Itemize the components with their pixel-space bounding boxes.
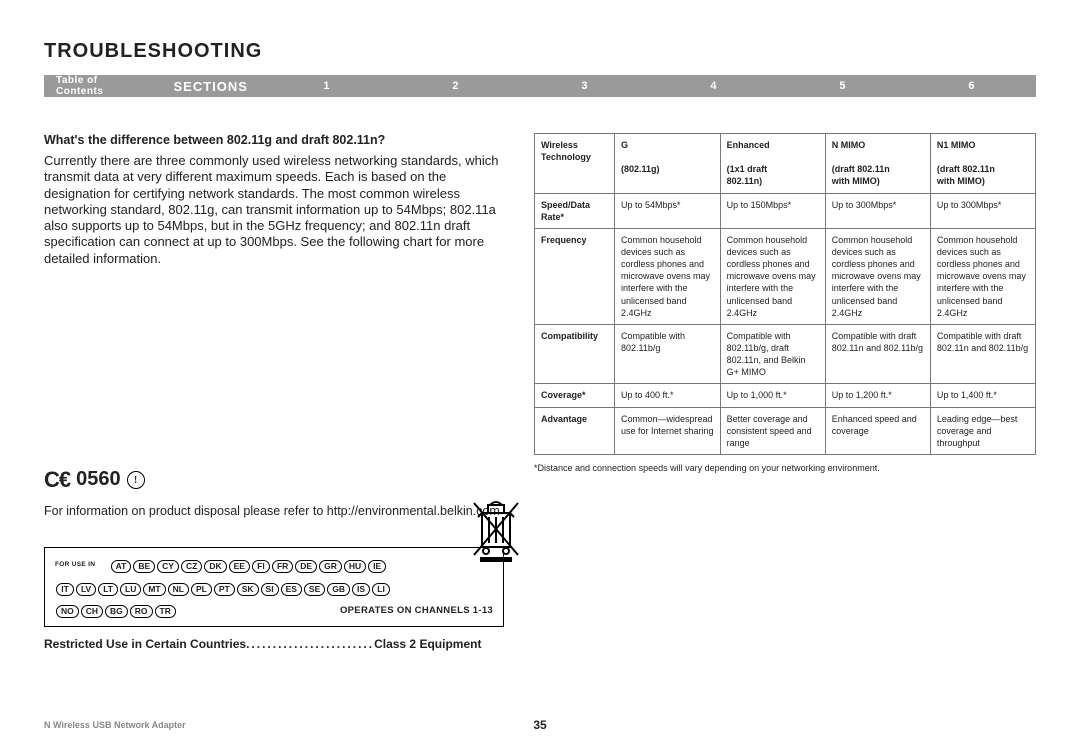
restricted-use-line: Restricted Use in Certain Countries.....… bbox=[44, 637, 504, 651]
footer-page: 35 bbox=[533, 718, 546, 732]
country-pill: AT bbox=[111, 560, 132, 573]
country-pill: SE bbox=[304, 583, 325, 596]
country-pill: LV bbox=[76, 583, 96, 596]
nav-section-3[interactable]: 3 bbox=[520, 80, 649, 92]
for-use-label: FOR USE IN bbox=[55, 561, 95, 568]
nav-section-4[interactable]: 4 bbox=[649, 80, 778, 92]
country-pill: MT bbox=[143, 583, 165, 596]
country-pill: TR bbox=[155, 605, 176, 618]
section-navbar: Table of Contents SECTIONS 1 2 3 4 5 6 bbox=[44, 75, 1036, 97]
country-pill: LU bbox=[120, 583, 141, 596]
country-pill: PT bbox=[214, 583, 235, 596]
country-pill: SK bbox=[237, 583, 259, 596]
ce-logo: C€ bbox=[44, 467, 70, 493]
page-title: TROUBLESHOOTING bbox=[44, 40, 1036, 63]
nav-section-5[interactable]: 5 bbox=[778, 80, 907, 92]
country-pill: IE bbox=[368, 560, 386, 573]
country-pill: IT bbox=[56, 583, 74, 596]
country-pill: DE bbox=[295, 560, 317, 573]
class2-text: Class 2 Equipment bbox=[374, 637, 481, 651]
country-pill: IS bbox=[352, 583, 370, 596]
country-pill: CY bbox=[157, 560, 179, 573]
country-pill: NL bbox=[168, 583, 189, 596]
country-pill: GB bbox=[327, 583, 350, 596]
ce-alert-icon: ! bbox=[127, 471, 145, 489]
nav-section-2[interactable]: 2 bbox=[391, 80, 520, 92]
operates-channels: OPERATES ON CHANNELS 1-13 bbox=[340, 605, 493, 616]
country-pill: RO bbox=[130, 605, 153, 618]
country-pill: PL bbox=[191, 583, 212, 596]
country-pill: SI bbox=[261, 583, 279, 596]
country-pill: CZ bbox=[181, 560, 202, 573]
restricted-text: Restricted Use in Certain Countries bbox=[44, 637, 246, 651]
country-pill: NO bbox=[56, 605, 79, 618]
country-pill: ES bbox=[281, 583, 302, 596]
country-pill: DK bbox=[204, 560, 226, 573]
footer-product: N Wireless USB Network Adapter bbox=[44, 720, 186, 730]
leader-dots: ........................ bbox=[246, 637, 374, 651]
disposal-info: For information on product disposal plea… bbox=[44, 503, 504, 519]
faq-question: What's the difference between 802.11g an… bbox=[44, 133, 504, 147]
table-footnote: *Distance and connection speeds will var… bbox=[534, 463, 1036, 473]
country-pill: GR bbox=[319, 560, 342, 573]
wireless-spec-table: WirelessTechnology G(802.11g) Enhanced(1… bbox=[534, 133, 1036, 455]
country-pill: EE bbox=[229, 560, 250, 573]
country-pill: HU bbox=[344, 560, 366, 573]
country-pill: BG bbox=[105, 605, 128, 618]
country-pill: LT bbox=[98, 583, 118, 596]
ce-marking: C€ 0560 ! bbox=[44, 467, 504, 493]
country-row-2: ITLVLTLUMTNLPLPTSKSIESSEGBISLI bbox=[55, 579, 391, 596]
ce-code: 0560 bbox=[76, 468, 121, 491]
country-pill: FR bbox=[272, 560, 293, 573]
faq-answer: Currently there are three commonly used … bbox=[44, 153, 504, 267]
country-pill: CH bbox=[81, 605, 103, 618]
nav-sections-label: SECTIONS bbox=[160, 79, 262, 94]
nav-section-1[interactable]: 1 bbox=[262, 80, 391, 92]
nav-section-6[interactable]: 6 bbox=[907, 80, 1036, 92]
country-pill: BE bbox=[133, 560, 155, 573]
country-pill: FI bbox=[252, 560, 270, 573]
country-row-3: NOCHBGROTR bbox=[55, 601, 177, 618]
country-usage-box: FOR USE IN ATBECYCZDKEEFIFRDEGRHUIE ITLV… bbox=[44, 547, 504, 627]
nav-toc[interactable]: Table of Contents bbox=[44, 75, 160, 97]
country-row-1: ATBECYCZDKEEFIFRDEGRHUIE bbox=[110, 556, 388, 573]
country-pill: LI bbox=[372, 583, 390, 596]
weee-bin-icon bbox=[468, 497, 524, 567]
